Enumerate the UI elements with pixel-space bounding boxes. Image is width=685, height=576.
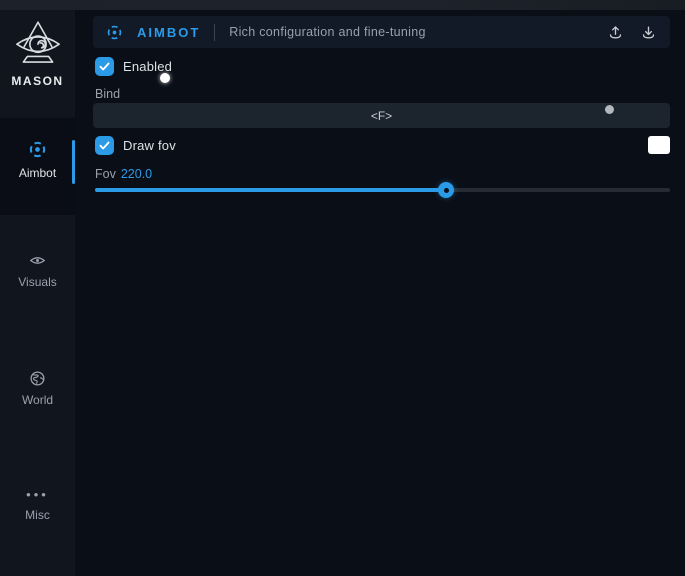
- sidebar: MASON Aimbot Visuals World ••• Misc: [0, 10, 75, 576]
- globe-icon: [29, 370, 46, 387]
- download-icon: [640, 24, 657, 41]
- enabled-label: Enabled: [123, 59, 172, 74]
- sidebar-item-visuals[interactable]: Visuals: [0, 252, 75, 289]
- page-title: AIMBOT: [137, 25, 200, 40]
- crosshair-icon: [106, 24, 123, 41]
- brand-logo: MASON: [0, 18, 75, 88]
- sidebar-item-label: Aimbot: [19, 166, 56, 180]
- draw-fov-row: Draw fov: [95, 136, 176, 155]
- crosshair-icon: [28, 140, 47, 159]
- sidebar-item-world[interactable]: World: [0, 370, 75, 407]
- sidebar-item-label: Visuals: [18, 275, 56, 289]
- header-divider: [214, 24, 215, 41]
- sidebar-item-label: World: [22, 393, 53, 407]
- checkmark-icon: [98, 139, 111, 152]
- upload-config-button[interactable]: [607, 24, 624, 41]
- enabled-row: Enabled: [95, 57, 172, 76]
- upload-icon: [607, 24, 624, 41]
- eye-icon: [29, 252, 46, 269]
- brand-name: MASON: [11, 74, 63, 88]
- main-content: AIMBOT Rich configuration and fine-tunin…: [75, 10, 685, 576]
- fov-value: 220.0: [121, 167, 152, 181]
- section-header: AIMBOT Rich configuration and fine-tunin…: [93, 16, 670, 48]
- bind-key-value: <F>: [371, 109, 392, 123]
- draw-fov-label: Draw fov: [123, 138, 176, 153]
- enabled-checkbox[interactable]: [95, 57, 114, 76]
- page-subtitle: Rich configuration and fine-tuning: [229, 25, 607, 39]
- fov-slider-fill: [95, 188, 446, 192]
- download-config-button[interactable]: [640, 24, 657, 41]
- sidebar-item-label: Misc: [25, 508, 50, 522]
- bind-key-input[interactable]: <F>: [93, 103, 670, 128]
- pyramid-eye-logo-icon: [12, 18, 64, 72]
- header-actions: [607, 24, 657, 41]
- ellipsis-icon: •••: [26, 490, 49, 502]
- window-titlebar: [0, 0, 685, 10]
- sidebar-item-aimbot[interactable]: Aimbot: [0, 118, 75, 215]
- bind-label: Bind: [95, 87, 120, 101]
- secondary-cursor-dot: [605, 105, 614, 114]
- sidebar-item-misc[interactable]: ••• Misc: [0, 490, 75, 522]
- fov-slider-handle[interactable]: [438, 182, 454, 198]
- draw-fov-checkbox[interactable]: [95, 136, 114, 155]
- mouse-cursor-dot: [160, 73, 170, 83]
- fov-label-row: Fov 220.0: [95, 167, 152, 181]
- fov-label: Fov: [95, 167, 116, 181]
- fov-slider[interactable]: [95, 182, 670, 198]
- fov-color-swatch[interactable]: [648, 136, 670, 154]
- checkmark-icon: [98, 60, 111, 73]
